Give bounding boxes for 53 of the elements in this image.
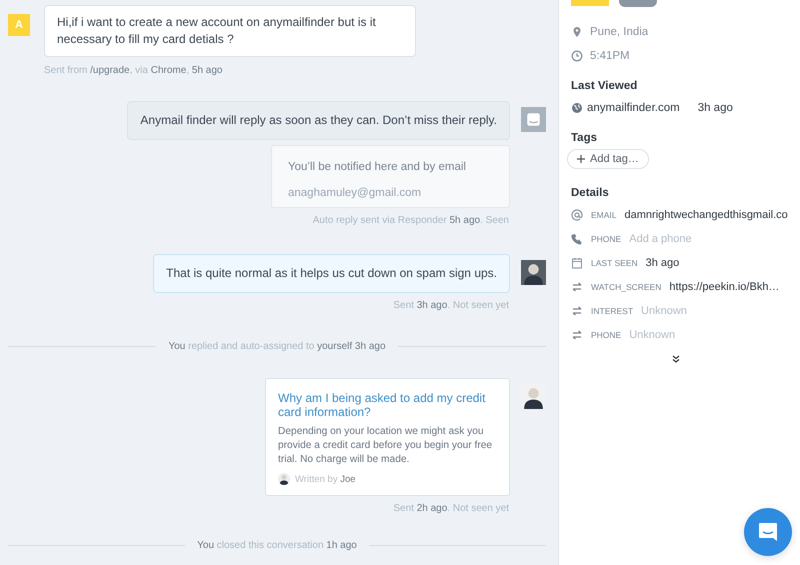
detail-label: PHONE [591,330,622,340]
detail-value: https://peekin.io/Bkh… [669,281,780,293]
viewed-time-text: 3h ago [698,102,733,114]
expand-chevron-icon[interactable] [672,355,680,363]
phone-icon [571,233,583,245]
local-time-text: 5:41PM [590,50,630,62]
detail-label: PHONE [591,234,622,244]
detail-value: Unknown [629,329,676,341]
author-avatar [278,473,290,485]
globe-icon [571,102,583,114]
message-text: Anymail finder will reply as soon as they can. Don’t miss their reply. [127,101,510,140]
calendar-icon [571,257,583,269]
location-text: Pune, India [590,26,648,38]
detail-value: Add a phone [629,233,692,245]
section-heading: Details [571,186,610,201]
email-input-field[interactable]: anaghamuley@gmail.com [288,187,493,199]
clock-icon [571,50,583,62]
detail-label: INTEREST [591,306,634,316]
article-body: Depending on your location we might ask you provide a credit card before you begin your free trial. No charge will be made. [278,425,494,467]
message-meta: Sent 2h ago. Not seen yet [393,503,509,514]
message-text: That is quite normal as it helps us cut down on spam sign ups. [153,254,510,293]
detail-value: damnrightwechangedthisgmail.co [624,209,788,221]
admin-avatar [521,384,546,409]
form-hint: You’ll be notified here and by email [288,161,467,173]
at-sign-icon [571,209,583,221]
user-avatar: A [8,14,30,36]
section-heading: Last Viewed [571,79,638,94]
detail-label: EMAIL [591,210,617,220]
swap-arrows-icon [571,329,583,341]
admin-avatar [521,260,546,285]
section-heading: Tags [571,131,598,146]
event-text: You closed this conversation 1h ago [197,540,357,551]
chat-icon [757,521,779,543]
detail-label: WATCH_SCREEN [591,282,662,292]
viewed-site-text: anymailfinder.com [587,102,680,114]
avatar-block [571,0,609,6]
swap-arrows-icon [571,281,583,293]
article-title-link[interactable]: Why am I being asked to add my credit card information? [278,391,497,419]
location-pin-icon [571,26,583,38]
status-pill [619,0,657,7]
author-byline: Written by Joe [295,474,356,484]
message-meta: Sent 3h ago. Not seen yet [393,300,509,311]
event-text: You replied and auto-assigned to yourself 3h ago [168,341,386,352]
detail-value: Unknown [641,305,687,317]
message-meta: Auto reply sent via Responder 5h ago. Seen [312,215,509,226]
message-text: Hi,if i want to create a new account on anymailfinder but is it necessary to fill my card detials ? [44,5,416,57]
bot-avatar-icon [521,107,546,132]
detail-value: 3h ago [646,257,680,269]
swap-arrows-icon [571,305,583,317]
detail-label: LAST SEEN [591,258,638,268]
message-meta: Sent from /upgrade, via Chrome, 5h ago [44,65,224,76]
add-tag-button[interactable]: Add tag… [567,149,649,169]
plus-icon [577,155,585,163]
